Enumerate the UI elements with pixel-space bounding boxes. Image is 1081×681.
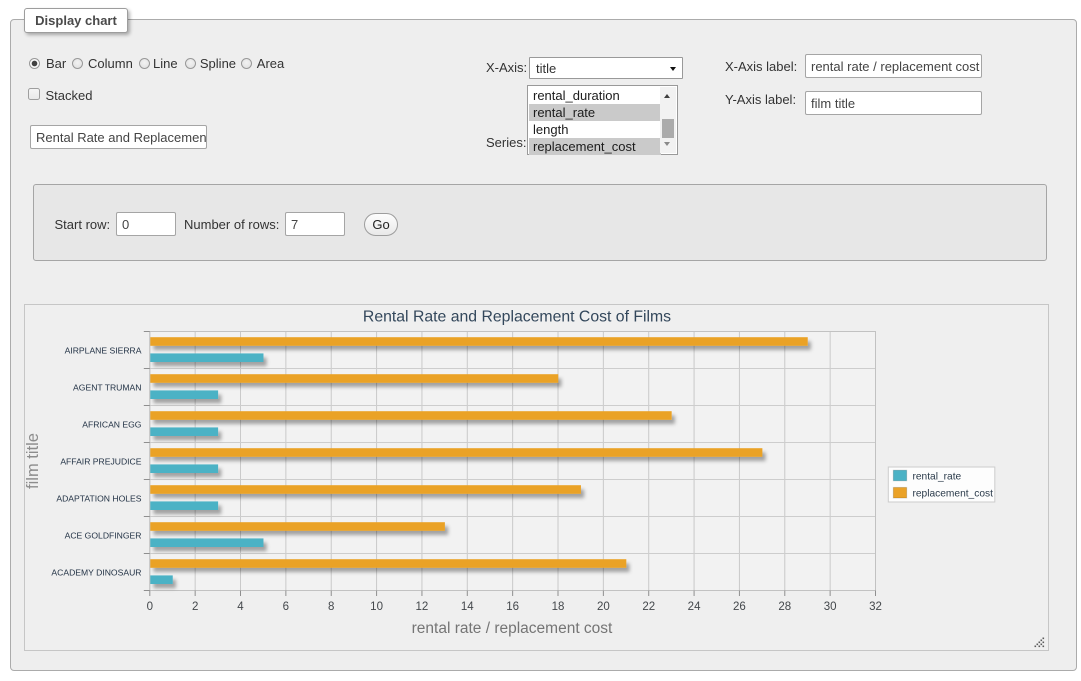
svg-text:ACE GOLDFINGER: ACE GOLDFINGER [65,531,142,541]
svg-text:8: 8 [328,601,334,613]
svg-text:replacement_cost: replacement_cost [913,489,994,500]
svg-text:10: 10 [370,601,383,613]
svg-text:12: 12 [416,601,429,613]
svg-text:rental rate / replacement cost: rental rate / replacement cost [412,620,613,637]
svg-text:14: 14 [461,601,474,613]
svg-text:0: 0 [147,601,153,613]
svg-text:20: 20 [597,601,610,613]
svg-text:Rental Rate and Replacement Co: Rental Rate and Replacement Cost of Film… [363,309,671,326]
svg-text:AIRPLANE SIERRA: AIRPLANE SIERRA [65,346,142,356]
svg-text:rental_rate: rental_rate [913,472,962,483]
svg-text:film title: film title [25,433,42,489]
svg-text:22: 22 [642,601,655,613]
svg-text:28: 28 [778,601,791,613]
svg-text:30: 30 [824,601,837,613]
svg-text:16: 16 [506,601,519,613]
svg-text:AFRICAN EGG: AFRICAN EGG [82,420,142,430]
svg-text:ACADEMY DINOSAUR: ACADEMY DINOSAUR [51,568,141,578]
svg-text:18: 18 [552,601,565,613]
svg-text:6: 6 [283,601,289,613]
svg-text:4: 4 [237,601,244,613]
svg-text:26: 26 [733,601,746,613]
svg-text:AGENT TRUMAN: AGENT TRUMAN [73,383,141,393]
svg-text:24: 24 [688,601,701,613]
svg-text:ADAPTATION HOLES: ADAPTATION HOLES [56,494,141,504]
svg-text:32: 32 [869,601,882,613]
svg-text:AFFAIR PREJUDICE: AFFAIR PREJUDICE [60,457,141,467]
svg-text:2: 2 [192,601,198,613]
